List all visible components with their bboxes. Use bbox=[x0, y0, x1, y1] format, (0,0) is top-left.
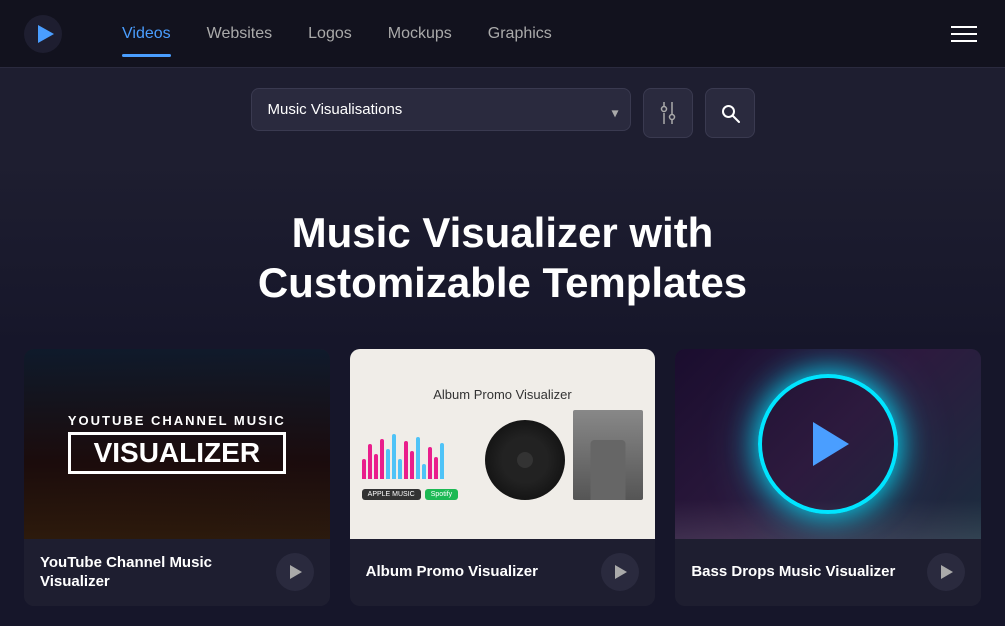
card-2-play-button[interactable] bbox=[601, 553, 639, 591]
card-1-thumbnail: YouTube Channel Music VISUALIZER bbox=[24, 349, 330, 539]
nav-item-videos[interactable]: Videos bbox=[122, 17, 171, 51]
waveform-area: APPLE MUSIC Spotify bbox=[362, 429, 478, 500]
card-1-title: YouTube Channel Music Visualizer bbox=[40, 553, 276, 592]
bass-circle bbox=[758, 374, 898, 514]
cards-grid: YouTube Channel Music VISUALIZER YouTube… bbox=[24, 349, 981, 606]
play-icon bbox=[615, 565, 627, 579]
category-select[interactable]: Music Visualisations bbox=[251, 88, 631, 131]
card-1-main-label: VISUALIZER bbox=[68, 432, 286, 474]
card-2-thumb-label: Album Promo Visualizer bbox=[433, 387, 571, 402]
card-album-promo[interactable]: Album Promo Visualizer bbox=[350, 349, 656, 606]
hero-section: Music Visualizer with Customizable Templ… bbox=[0, 158, 1005, 349]
play-icon bbox=[290, 565, 302, 579]
card-1-bottom: YouTube Channel Music Visualizer bbox=[24, 539, 330, 606]
nav-item-websites[interactable]: Websites bbox=[207, 17, 273, 51]
search-button[interactable] bbox=[705, 88, 755, 138]
card-3-thumbnail bbox=[675, 349, 981, 539]
album-visual: APPLE MUSIC Spotify bbox=[362, 410, 644, 500]
card-2-title: Album Promo Visualizer bbox=[366, 562, 538, 582]
hero-title: Music Visualizer with Customizable Templ… bbox=[153, 208, 853, 309]
search-bar-section: Music Visualisations ▾ bbox=[0, 68, 1005, 158]
logo[interactable] bbox=[24, 15, 62, 53]
waveform bbox=[362, 429, 478, 479]
card-2-thumbnail: Album Promo Visualizer bbox=[350, 349, 656, 539]
card-1-play-button[interactable] bbox=[276, 553, 314, 591]
card-3-title: Bass Drops Music Visualizer bbox=[691, 562, 895, 582]
card-3-play-button[interactable] bbox=[927, 553, 965, 591]
streaming-badges: APPLE MUSIC Spotify bbox=[362, 489, 478, 500]
nav-item-logos[interactable]: Logos bbox=[308, 17, 352, 51]
album-person bbox=[573, 410, 643, 500]
main-nav: Videos Websites Logos Mockups Graphics bbox=[122, 17, 947, 51]
card-1-thumb-text: YouTube Channel Music VISUALIZER bbox=[68, 413, 286, 474]
category-select-wrapper: Music Visualisations ▾ bbox=[251, 88, 631, 138]
card-2-bottom: Album Promo Visualizer bbox=[350, 539, 656, 605]
apple-music-badge: APPLE MUSIC bbox=[362, 489, 421, 500]
album-cover bbox=[485, 420, 565, 500]
bass-play-icon bbox=[813, 422, 849, 466]
play-icon bbox=[941, 565, 953, 579]
header: Videos Websites Logos Mockups Graphics bbox=[0, 0, 1005, 68]
spotify-badge: Spotify bbox=[425, 489, 458, 500]
card-bass-drops[interactable]: Bass Drops Music Visualizer bbox=[675, 349, 981, 606]
filter-button[interactable] bbox=[643, 88, 693, 138]
card-1-top-label: YouTube Channel Music bbox=[68, 413, 286, 428]
hamburger-menu[interactable] bbox=[947, 22, 981, 46]
card-youtube-music[interactable]: YouTube Channel Music VISUALIZER YouTube… bbox=[24, 349, 330, 606]
nav-item-mockups[interactable]: Mockups bbox=[388, 17, 452, 51]
nav-item-graphics[interactable]: Graphics bbox=[488, 17, 552, 51]
cards-section: YouTube Channel Music VISUALIZER YouTube… bbox=[0, 349, 1005, 626]
card-3-bottom: Bass Drops Music Visualizer bbox=[675, 539, 981, 605]
